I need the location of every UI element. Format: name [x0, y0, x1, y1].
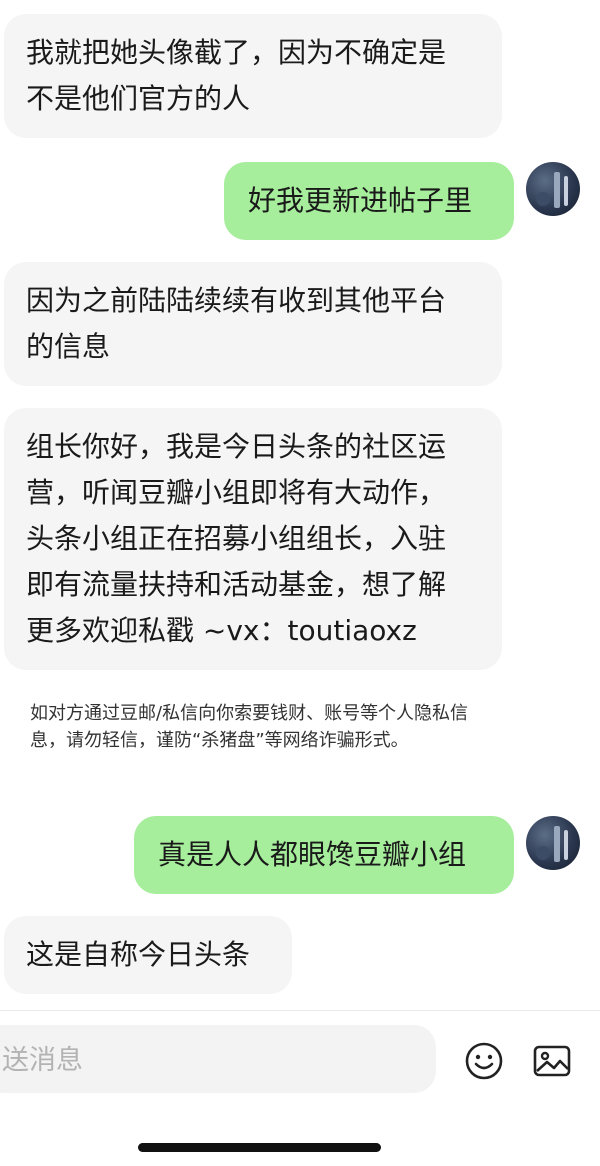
- message-input[interactable]: [0, 1025, 440, 1095]
- fraud-warning-notice: 如对方通过豆邮/私信向你索要钱财、账号等个人隐私信息，请勿轻信，谨防“杀猪盘”等…: [30, 703, 469, 751]
- message-incoming: 我就把她头像截了，因为不确定是 不是他们官方的人: [4, 14, 502, 138]
- message-incoming: 这是自称今日头条: [4, 916, 292, 994]
- chat-thread: 我就把她头像截了，因为不确定是 不是他们官方的人 好我更新进帖子里 因为之前陆陆…: [0, 0, 600, 1010]
- message-incoming: 因为之前陆陆续续有收到其他平台 的信息: [4, 262, 502, 386]
- avatar[interactable]: [526, 816, 580, 870]
- home-indicator: [138, 1143, 381, 1152]
- image-icon[interactable]: [532, 1041, 572, 1081]
- avatar[interactable]: [526, 162, 580, 216]
- message-incoming: 组长你好，我是今日头条的社区运 营，听闻豆瓣小组即将有大动作， 头条小组正在招募…: [4, 408, 502, 670]
- message-input-container: [0, 1025, 440, 1095]
- emoji-icon[interactable]: [464, 1041, 504, 1081]
- message-outgoing: 好我更新进帖子里: [224, 162, 514, 240]
- message-composer: [0, 1010, 600, 1166]
- message-outgoing: 真是人人都眼馋豆瓣小组: [134, 816, 514, 894]
